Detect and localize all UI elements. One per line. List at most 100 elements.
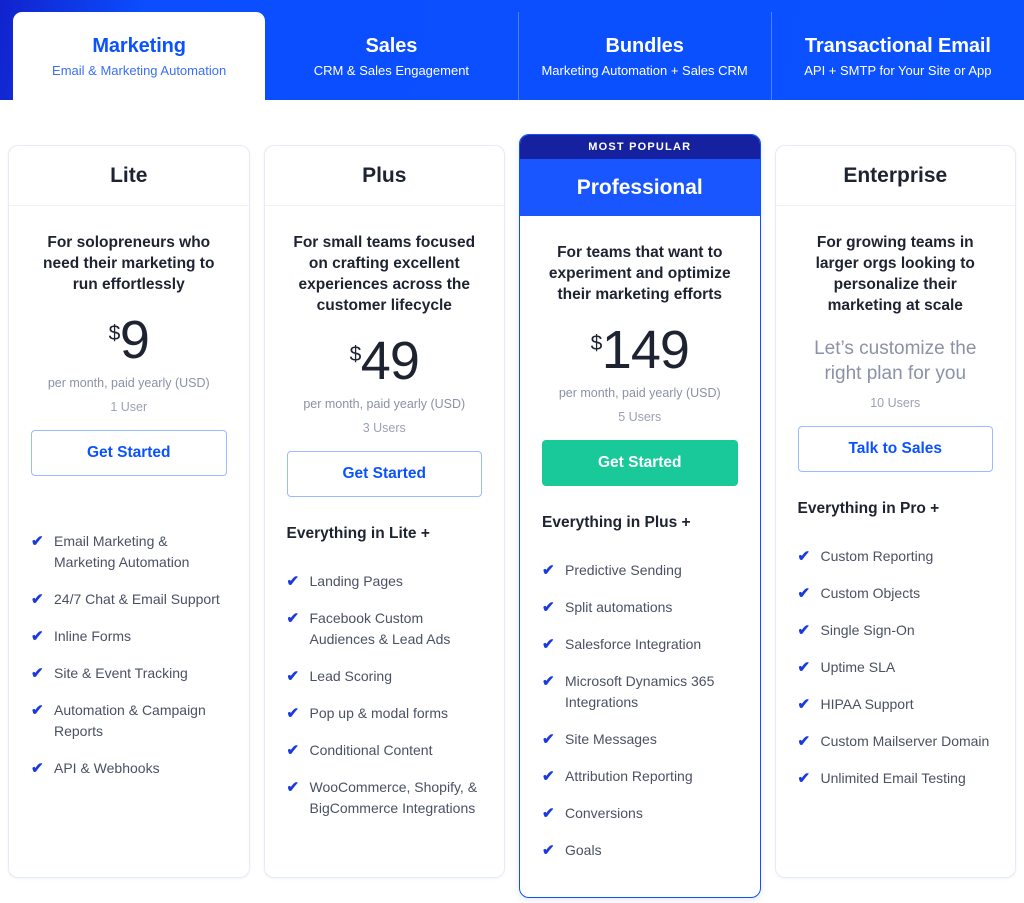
- card-header: Enterprise: [775, 146, 1015, 206]
- get-started-button[interactable]: Get Started: [31, 430, 227, 476]
- tab-subtitle: API + SMTP for Your Site or App: [804, 62, 992, 78]
- feature-item: ✔ Custom Objects: [798, 583, 994, 604]
- user-count: 1 User: [110, 400, 148, 414]
- feature-label: Split automations: [565, 599, 673, 615]
- feature-item: ✔ Facebook Custom Audiences & Lead Ads: [287, 608, 483, 650]
- feature-label: API & Webhooks: [54, 760, 160, 776]
- feature-item: ✔ Landing Pages: [287, 571, 483, 592]
- tab-transactional-email[interactable]: Transactional Email API + SMTP for Your …: [772, 12, 1024, 100]
- everything-in-label: Everything in Pro +: [797, 500, 940, 517]
- tab-subtitle: Marketing Automation + Sales CRM: [541, 62, 748, 78]
- card-header: Plus: [264, 146, 504, 206]
- check-icon: ✔: [286, 705, 300, 722]
- feature-label: Conversions: [565, 805, 643, 821]
- tab-subtitle: CRM & Sales Engagement: [313, 62, 470, 78]
- feature-label: Landing Pages: [309, 573, 403, 589]
- check-icon: ✔: [31, 702, 44, 719]
- plan-description: For solopreneurs who need their marketin…: [43, 234, 215, 293]
- feature-label: Attribution Reporting: [565, 768, 693, 784]
- feature-label: Salesforce Integration: [565, 636, 702, 652]
- feature-item: ✔ Pop up & modal forms: [287, 703, 483, 724]
- feature-label: Site Messages: [565, 731, 657, 747]
- feature-label: 24/7 Chat & Email Support: [54, 591, 220, 607]
- plan-name: Enterprise: [843, 163, 948, 187]
- check-icon: ✔: [286, 668, 300, 685]
- plan-price: $ 149: [590, 320, 690, 380]
- feature-label: Facebook Custom Audiences & Lead Ads: [309, 610, 451, 647]
- card-header: Lite: [9, 146, 249, 206]
- check-icon: ✔: [286, 742, 300, 759]
- tab-subtitle: Email & Marketing Automation: [52, 62, 227, 78]
- price-note: per month, paid yearly (USD): [47, 376, 210, 390]
- feature-label: Pop up & modal forms: [309, 705, 449, 721]
- check-icon: ✔: [542, 599, 555, 616]
- check-icon: ✔: [797, 659, 811, 676]
- pricing-card-lite: Lite For solopreneurs who need their mar…: [8, 145, 250, 878]
- price-amount: 9: [119, 310, 150, 370]
- feature-list: ✔ Predictive Sending ✔ Split automations ✔…: [542, 560, 738, 877]
- feature-label: Lead Scoring: [309, 668, 393, 684]
- plan-name: Plus: [362, 163, 407, 187]
- feature-label: Uptime SLA: [820, 659, 896, 675]
- user-count: 3 Users: [362, 421, 406, 435]
- check-icon: ✔: [31, 665, 44, 682]
- everything-in-label: Everything in Plus +: [542, 514, 691, 531]
- feature-label: Email Marketing & Marketing Automation: [54, 533, 190, 570]
- feature-item: ✔ API & Webhooks: [31, 758, 227, 779]
- check-icon: ✔: [31, 628, 44, 645]
- plan-name: Professional: [576, 175, 703, 199]
- check-icon: ✔: [31, 533, 44, 550]
- feature-item: ✔ Email Marketing & Marketing Automation: [31, 531, 227, 573]
- currency-symbol: $: [349, 343, 362, 366]
- check-icon: ✔: [286, 573, 300, 590]
- everything-in-label: [31, 504, 227, 505]
- feature-list: ✔ Email Marketing & Marketing Automation …: [31, 531, 227, 795]
- feature-item: ✔ HIPAA Support: [798, 694, 994, 715]
- plan-description: For growing teams in larger orgs looking…: [815, 234, 975, 314]
- get-started-button[interactable]: Get Started: [542, 440, 738, 486]
- get-started-button[interactable]: Get Started: [286, 451, 482, 497]
- feature-item: ✔ Custom Reporting: [798, 546, 994, 567]
- feature-item: ✔ Uptime SLA: [798, 657, 994, 678]
- pricing-card-plus: Plus For small teams focused on crafting…: [263, 145, 505, 878]
- price-block: $ 9 per month, paid yearly (USD) 1 User: [31, 295, 227, 414]
- feature-label: Site & Event Tracking: [54, 665, 188, 681]
- feature-label: Single Sign-On: [820, 622, 915, 638]
- feature-item: ✔ Custom Mailserver Domain: [798, 731, 994, 752]
- talk-to-sales-button[interactable]: Talk to Sales: [797, 426, 993, 472]
- feature-item: ✔ Salesforce Integration: [542, 634, 738, 655]
- feature-label: Custom Objects: [820, 585, 921, 601]
- currency-symbol: $: [590, 332, 603, 355]
- plan-description: For small teams focused on crafting exce…: [293, 234, 476, 314]
- user-count: 10 Users: [870, 396, 921, 410]
- feature-item: ✔ Split automations: [542, 597, 738, 618]
- feature-label: Microsoft Dynamics 365 Integrations: [565, 673, 715, 710]
- check-icon: ✔: [797, 585, 811, 602]
- feature-item: ✔ Lead Scoring: [287, 666, 483, 687]
- plan-price: $ 9: [109, 310, 150, 370]
- price-amount: 149: [601, 320, 690, 380]
- check-icon: ✔: [31, 760, 44, 777]
- check-icon: ✔: [797, 548, 811, 565]
- price-note: per month, paid yearly (USD): [303, 397, 466, 411]
- feature-label: Inline Forms: [54, 628, 132, 644]
- card-header: Professional: [520, 159, 760, 216]
- price-amount: 49: [360, 331, 420, 391]
- pricing-cards: Lite For solopreneurs who need their mar…: [0, 134, 1024, 898]
- feature-item: ✔ Microsoft Dynamics 365 Integrations: [542, 671, 738, 713]
- price-block: Let’s customize the right plan for you 1…: [798, 316, 994, 410]
- check-icon: ✔: [542, 731, 555, 748]
- feature-item: ✔ Unlimited Email Testing: [798, 768, 994, 789]
- check-icon: ✔: [542, 636, 555, 653]
- price-block: $ 149 per month, paid yearly (USD) 5 Use…: [542, 305, 738, 424]
- everything-in-label: Everything in Lite +: [286, 525, 430, 542]
- tab-marketing[interactable]: Marketing Email & Marketing Automation: [13, 12, 266, 100]
- tab-sales[interactable]: Sales CRM & Sales Engagement: [265, 12, 519, 100]
- plan-name: Lite: [110, 163, 148, 187]
- feature-label: Goals: [565, 842, 602, 858]
- tab-bundles[interactable]: Bundles Marketing Automation + Sales CRM: [519, 12, 772, 100]
- feature-item: ✔ Site & Event Tracking: [31, 663, 227, 684]
- product-tab-bar: Marketing Email & Marketing Automation S…: [0, 0, 1024, 100]
- check-icon: ✔: [797, 770, 811, 787]
- check-icon: ✔: [542, 673, 555, 690]
